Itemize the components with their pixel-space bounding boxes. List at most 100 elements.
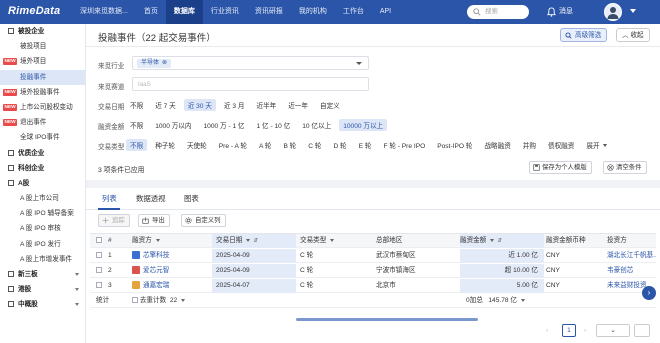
filter-icon[interactable] xyxy=(155,239,160,242)
type-option-4[interactable]: A 轮 xyxy=(255,139,275,151)
messages-button[interactable]: 消息 xyxy=(547,0,573,24)
nav-item-4[interactable]: 资讯研报 xyxy=(247,0,291,24)
amount-option-3[interactable]: 1 亿 - 10 亿 xyxy=(253,119,295,131)
sort-icon[interactable]: ⇵ xyxy=(497,234,502,248)
sidebar-item-9[interactable]: 科创企业 xyxy=(0,161,85,176)
tab-chart[interactable]: 图表 xyxy=(184,193,199,204)
column-header-5[interactable]: 融资金额 ⇵ xyxy=(460,234,502,248)
amount-option-4[interactable]: 10 亿以上 xyxy=(298,119,335,131)
type-option-13[interactable]: 债权融资 xyxy=(544,139,578,151)
date-option-0[interactable]: 不限 xyxy=(126,99,147,111)
sidebar-item-7[interactable]: 全球 IPO事件 xyxy=(0,130,85,145)
type-option-0[interactable]: 不限 xyxy=(126,139,148,151)
type-option-6[interactable]: C 轮 xyxy=(304,139,325,151)
filter-icon[interactable] xyxy=(330,239,335,242)
sidebar-item-4[interactable]: NEW 境外投融事件 xyxy=(0,85,85,100)
clear-conditions-button[interactable]: 清空条件 xyxy=(603,161,647,174)
filter-icon[interactable] xyxy=(490,239,495,242)
column-header-6[interactable]: 融资金额币种 xyxy=(546,234,586,248)
row-checkbox[interactable] xyxy=(96,267,102,273)
select-all-checkbox[interactable] xyxy=(96,237,102,243)
amount-option-1[interactable]: 1000 万以内 xyxy=(151,119,195,131)
nav-item-0[interactable]: 深圳来觅数据... xyxy=(78,0,136,24)
export-button[interactable]: 导出 xyxy=(138,214,170,227)
sidebar-item-6[interactable]: NEW 退出事件 xyxy=(0,115,85,130)
date-option-5[interactable]: 近一年 xyxy=(284,99,312,111)
table-row[interactable]: 2 爱芯元智 2025-04-09 C 轮 宁波市镇海区 超 10.00 亿 CNY 韦豪创芯 xyxy=(90,264,656,278)
collapse-button[interactable]: ︿ 收起 xyxy=(616,28,650,42)
type-option-7[interactable]: D 轮 xyxy=(329,139,350,151)
type-option-14[interactable]: 展开 xyxy=(582,139,610,151)
amount-option-2[interactable]: 1000 万 - 1 亿 xyxy=(199,119,248,131)
type-option-10[interactable]: Post-IPO 轮 xyxy=(433,139,476,151)
tab-list[interactable]: 列表 xyxy=(102,193,117,204)
sidebar-item-16[interactable]: 新三板 xyxy=(0,267,85,282)
cell-investor[interactable]: 湖北长江千帆基... xyxy=(607,249,656,263)
sidebar-item-2[interactable]: NEW 境外项目 xyxy=(0,54,85,69)
sidebar-item-1[interactable]: 被投项目 xyxy=(0,39,85,54)
sidebar-item-3[interactable]: 投融事件 xyxy=(0,69,85,85)
pager-next-icon[interactable]: › xyxy=(584,325,586,337)
type-option-8[interactable]: E 轮 xyxy=(355,139,376,151)
type-option-5[interactable]: B 轮 xyxy=(279,139,300,151)
track-button[interactable]: 追踪 xyxy=(98,214,130,227)
table-row[interactable]: 3 通嘉宏瑞 2025-04-07 C 轮 北京市 5.00 亿 CNY 未来益财投资 xyxy=(90,279,656,293)
filter-icon[interactable] xyxy=(246,239,251,242)
brand-logo[interactable]: RimeData xyxy=(8,5,60,17)
track-input[interactable]: IaaS xyxy=(132,77,369,91)
sidebar-item-17[interactable]: 港股 xyxy=(0,282,85,297)
page-size-select[interactable]: ⌄ xyxy=(596,324,630,337)
cell-company[interactable]: 芯擎科技 xyxy=(132,249,212,263)
dedup-count-cell[interactable]: 去重计数 22 xyxy=(132,294,186,308)
advanced-filter-button[interactable]: 高级筛选 xyxy=(560,28,608,42)
row-checkbox[interactable] xyxy=(96,252,102,258)
amount-option-0[interactable]: 不限 xyxy=(126,119,147,131)
dedup-checkbox[interactable] xyxy=(132,297,138,303)
amount-option-5[interactable]: 10000 万以上 xyxy=(339,119,388,131)
column-header-3[interactable]: 交易类型 xyxy=(300,234,335,248)
sort-icon[interactable]: ⇵ xyxy=(253,234,258,248)
type-option-2[interactable]: 天使轮 xyxy=(183,139,211,151)
close-icon[interactable]: ⊗ xyxy=(162,60,167,66)
nav-item-7[interactable]: API xyxy=(372,0,399,24)
row-checkbox[interactable] xyxy=(96,282,102,288)
date-option-4[interactable]: 近半年 xyxy=(252,99,280,111)
cell-company[interactable]: 通嘉宏瑞 xyxy=(132,279,212,293)
horizontal-scrollbar[interactable] xyxy=(296,318,478,321)
sidebar-item-13[interactable]: A 股 IPO 审核 xyxy=(0,221,85,236)
tab-pivot[interactable]: 数据透视 xyxy=(136,193,166,204)
nav-item-3[interactable]: 行业资讯 xyxy=(203,0,247,24)
sidebar-item-11[interactable]: A 股上市公司 xyxy=(0,191,85,206)
nav-item-6[interactable]: 工作台 xyxy=(335,0,372,24)
cell-company[interactable]: 爱芯元智 xyxy=(132,264,212,278)
column-header-1[interactable]: 融资方 xyxy=(132,234,160,248)
scroll-right-icon[interactable]: › xyxy=(642,286,656,300)
column-header-4[interactable]: 总部地区 xyxy=(376,234,402,248)
date-option-3[interactable]: 近 3 月 xyxy=(220,99,249,111)
sidebar-item-0[interactable]: 被投企业 xyxy=(0,24,85,39)
custom-columns-button[interactable]: 自定义列 xyxy=(181,214,226,227)
sidebar-item-18[interactable]: 中概股 xyxy=(0,297,85,312)
cell-investor[interactable]: 韦豪创芯 xyxy=(607,264,656,278)
sidebar-item-14[interactable]: A 股 IPO 发行 xyxy=(0,237,85,252)
type-option-9[interactable]: F 轮 - Pre IPO xyxy=(379,139,429,151)
account-dropdown-icon[interactable] xyxy=(630,9,636,13)
avatar[interactable] xyxy=(604,3,622,21)
sidebar-item-10[interactable]: A股 xyxy=(0,176,85,191)
nav-item-2[interactable]: 数据库 xyxy=(165,0,203,24)
nav-item-1[interactable]: 首页 xyxy=(136,0,166,24)
sidebar-item-15[interactable]: A 股上市增发事件 xyxy=(0,252,85,267)
type-option-12[interactable]: 并购 xyxy=(519,139,540,151)
search-input[interactable]: 搜索 xyxy=(467,5,529,19)
industry-chip[interactable]: 半导体 ⊗ xyxy=(137,59,172,68)
date-option-6[interactable]: 自定义 xyxy=(316,99,344,111)
column-header-2[interactable]: 交易日期 ⇵ xyxy=(216,234,258,248)
type-option-1[interactable]: 种子轮 xyxy=(151,139,179,151)
save-template-button[interactable]: 保存为个人模版 xyxy=(529,161,592,174)
nav-item-5[interactable]: 我的机构 xyxy=(291,0,335,24)
sum-cell[interactable]: 0加总 145.78 亿 xyxy=(466,294,525,308)
chevron-down-icon[interactable] xyxy=(520,299,525,302)
date-option-2[interactable]: 近 30 天 xyxy=(183,99,216,111)
table-row[interactable]: 1 芯擎科技 2025-04-09 C 轮 武汉市蔡甸区 近 1.00 亿 CNY 湖北长江千… xyxy=(90,249,656,263)
page-jump-input[interactable] xyxy=(634,324,650,337)
